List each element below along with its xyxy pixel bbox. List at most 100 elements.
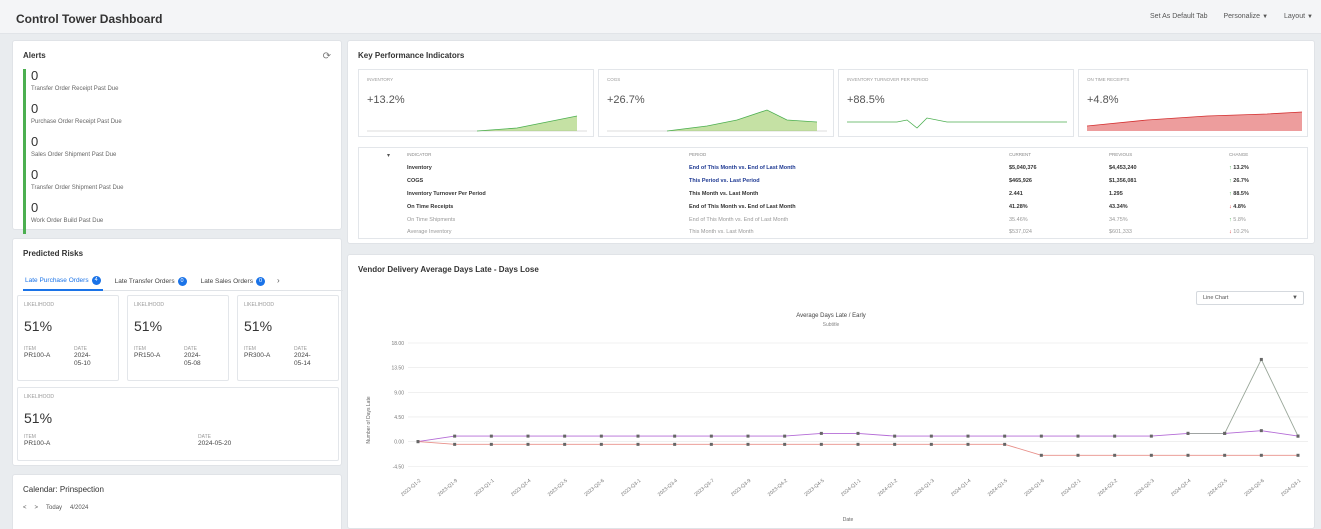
tab-late-purchase-orders[interactable]: Late Purchase Orders 4 <box>23 271 103 291</box>
period-link[interactable]: End of This Month vs. End of Last Month <box>689 217 788 223</box>
risk-tabs: Late Purchase Orders 4 Late Transfer Orde… <box>23 271 343 291</box>
table-row[interactable]: COGS This Period vs. Last Period $465,92… <box>359 177 1321 187</box>
data-point <box>1259 429 1263 433</box>
next-button[interactable]: > <box>35 505 39 511</box>
previous-cell: 1.295 <box>1109 191 1123 197</box>
alert-count: 0 <box>31 200 39 215</box>
previous-cell: $4,453,240 <box>1109 165 1137 171</box>
data-point <box>966 434 970 438</box>
table-row[interactable]: On Time Receipts End of This Month vs. E… <box>359 203 1321 213</box>
x-tick-label: 2024-Q2-2 <box>1097 478 1119 498</box>
data-point <box>819 442 823 446</box>
data-point <box>526 434 530 438</box>
period-link[interactable]: This Period vs. Last Period <box>689 178 760 184</box>
tab-badge: 0 <box>177 276 187 286</box>
risk-card[interactable]: LIKELIHOOD 51% ITEM PR100-A DATE 2024-05-2… <box>17 387 339 461</box>
data-point <box>1039 453 1043 457</box>
risk-likelihood: 51% <box>244 318 273 334</box>
table-row[interactable]: Inventory Turnover Per Period This Month… <box>359 190 1321 200</box>
data-point <box>1223 453 1227 457</box>
indicator-cell: COGS <box>407 178 424 184</box>
kpi-sparkline <box>1087 111 1303 131</box>
alert-count: 0 <box>31 134 39 149</box>
chart-type-value: Line Chart <box>1203 295 1229 301</box>
x-tick-label: 2024-Q3-1 <box>1280 478 1302 498</box>
chevron-right-icon[interactable]: › <box>277 271 280 290</box>
chart-title: Average Days Late / Early <box>796 313 866 319</box>
alerts-list: 0 Transfer Order Receipt Past Due 0 Purcha… <box>23 69 333 234</box>
tab-late-transfer-orders[interactable]: Late Transfer Orders 0 <box>113 271 189 291</box>
x-tick-label: 2023-Q2-5 <box>547 478 569 498</box>
personalize-button[interactable]: Personalize ▼ <box>1223 13 1268 20</box>
column-header: PREVIOUS <box>1109 152 1133 157</box>
data-point <box>746 442 750 446</box>
x-tick-label: 2023-Q1-1 <box>473 478 495 498</box>
alert-item[interactable]: 0 Transfer Order Shipment Past Due <box>23 168 333 201</box>
data-point <box>1076 453 1080 457</box>
today-button[interactable]: Today <box>46 505 62 511</box>
x-tick-label: 2024-Q1-3 <box>913 478 935 498</box>
alert-item[interactable]: 0 Sales Order Shipment Past Due <box>23 135 333 168</box>
data-point <box>1296 434 1300 438</box>
table-row[interactable]: Inventory End of This Month vs. End of L… <box>359 164 1321 174</box>
period-link[interactable]: This Month vs. Last Month <box>689 191 758 197</box>
x-tick-label: 2024-Q2-6 <box>1243 478 1265 498</box>
calendar-controls: < > Today 4/2024 <box>23 505 88 511</box>
change-cell: 13.2% <box>1233 165 1249 171</box>
period-link[interactable]: This Month vs. Last Month <box>689 229 754 235</box>
data-point <box>489 434 493 438</box>
period-link[interactable]: End of This Month vs. End of Last Month <box>689 165 796 171</box>
y-tick-label: 13.50 <box>391 366 404 372</box>
risk-card[interactable]: LIKELIHOOD 51% ITEM PR100-A DATE 2024-05-1… <box>17 295 119 381</box>
refresh-icon[interactable]: ⟳ <box>323 51 331 62</box>
kpi-name: COGS <box>607 77 621 82</box>
kpi-value: +26.7% <box>607 94 645 106</box>
table-row[interactable]: On Time Shipments End of This Month vs. … <box>359 216 1321 226</box>
period-link[interactable]: End of This Month vs. End of Last Month <box>689 204 796 210</box>
table-row[interactable]: Average Inventory This Month vs. Last Mo… <box>359 228 1321 238</box>
indicator-cell: Inventory <box>407 165 432 171</box>
kpi-tile-inventory[interactable]: Inventory +13.2% <box>358 69 594 137</box>
kpi-tile-on-time-receipts[interactable]: On Time Receipts +4.8% <box>1078 69 1308 137</box>
change-cell: 4.8% <box>1233 204 1246 210</box>
tab-label: Late Sales Orders <box>200 277 253 285</box>
column-header: INDICATOR <box>407 152 432 157</box>
data-point <box>489 442 493 446</box>
calendar-title: Calendar: Prinspection <box>23 485 104 494</box>
alert-item[interactable]: 0 Work Order Build Past Due <box>23 201 333 234</box>
x-tick-label: 2023-Q1-9 <box>437 478 459 498</box>
alert-item[interactable]: 0 Transfer Order Receipt Past Due <box>23 69 333 102</box>
kpi-tile-cogs[interactable]: COGS +26.7% <box>598 69 834 137</box>
previous-cell: $1,356,081 <box>1109 178 1137 184</box>
page-title: Control Tower Dashboard <box>16 12 163 26</box>
x-axis-label: Date <box>843 517 854 523</box>
kpi-tile-turnover[interactable]: Inventory Turnover Per Period +88.5% <box>838 69 1074 137</box>
item-value: PR150-A <box>134 352 161 359</box>
x-tick-label: 2023-Q2-6 <box>583 478 605 498</box>
data-point <box>526 442 530 446</box>
line-chart: Average Days Late / Early Subtitle Numbe… <box>366 313 1308 523</box>
current-cell: 41.28% <box>1009 204 1028 210</box>
data-point <box>893 442 897 446</box>
x-tick-label: 2024-Q2-5 <box>1207 478 1229 498</box>
kpi-tiles: Inventory +13.2% COGS +26.7% Inventory T… <box>358 69 1308 139</box>
data-point <box>563 442 567 446</box>
data-point <box>709 434 713 438</box>
tab-late-sales-orders[interactable]: Late Sales Orders 0 <box>199 271 267 291</box>
x-tick-label: 2024-Q1-1 <box>840 478 862 498</box>
calendar-period: 4/2024 <box>70 505 89 511</box>
x-tick-label: 2023-Q3-1 <box>620 478 642 498</box>
chart-type-select[interactable]: Line Chart ▼ <box>1196 291 1304 305</box>
column-header: CHANGE <box>1229 152 1249 157</box>
risk-card[interactable]: LIKELIHOOD 51% ITEM PR300-A DATE 2024-05-1… <box>237 295 339 381</box>
set-default-tab-button[interactable]: Set As Default Tab <box>1150 13 1207 20</box>
data-point <box>819 431 823 435</box>
alert-item[interactable]: 0 Purchase Order Receipt Past Due <box>23 102 333 135</box>
risk-card[interactable]: LIKELIHOOD 51% ITEM PR150-A DATE 2024-05-0… <box>127 295 229 381</box>
x-tick-label: 2023-Q3-9 <box>730 478 752 498</box>
data-point <box>856 442 860 446</box>
layout-button[interactable]: Layout ▼ <box>1284 13 1313 20</box>
top-bar: Control Tower Dashboard Set As Default T… <box>0 0 1321 34</box>
prev-button[interactable]: < <box>23 505 27 511</box>
alert-label: Sales Order Shipment Past Due <box>31 152 117 158</box>
